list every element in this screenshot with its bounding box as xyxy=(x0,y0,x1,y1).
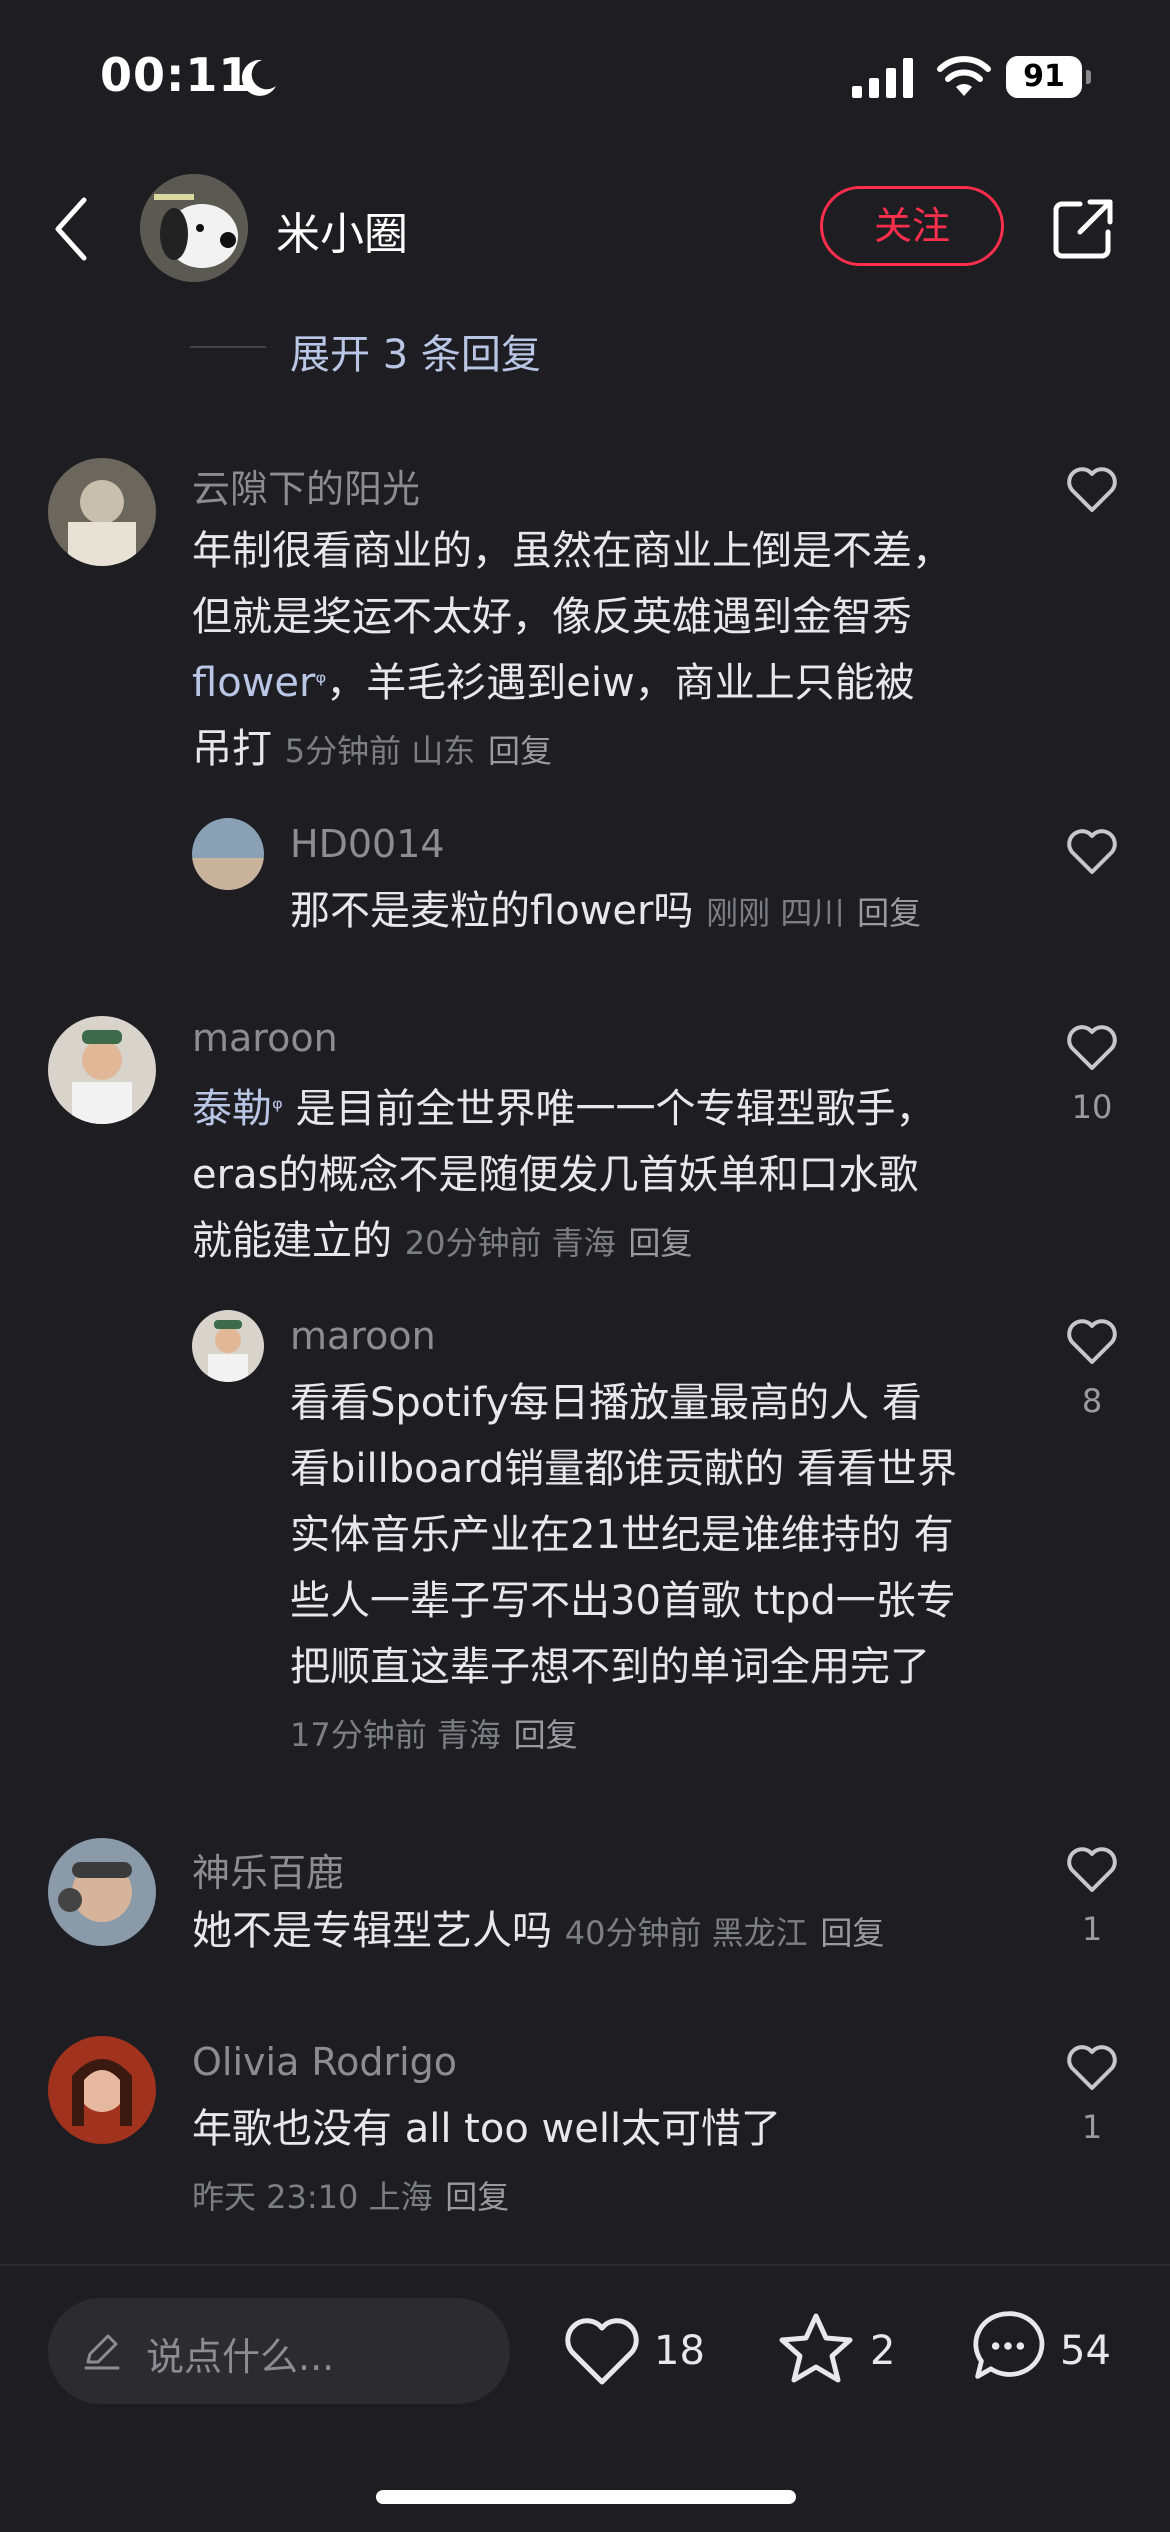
like-count: 1 xyxy=(1081,2108,1103,2146)
reply-button[interactable]: 回复 xyxy=(820,1914,884,1952)
search-icon: ᵠ xyxy=(272,1094,283,1124)
like-icon[interactable] xyxy=(562,2312,642,2388)
comment-username[interactable]: maroon xyxy=(290,1314,436,1358)
search-link[interactable]: 泰勒 xyxy=(192,1086,272,1132)
comment-line-text: 那不是麦粒的flower吗 xyxy=(290,888,694,934)
comment-icon[interactable] xyxy=(968,2308,1048,2384)
comment-line: 实体音乐产业在21世纪是谁维持的 有 xyxy=(290,1512,954,1558)
comment-username[interactable]: 神乐百鹿 xyxy=(192,1842,344,1897)
comment-line: 些人一辈子写不出30首歌 ttpd一张专 xyxy=(290,1578,956,1624)
heart-icon[interactable] xyxy=(1064,1316,1120,1366)
heart-icon[interactable] xyxy=(1064,464,1120,514)
reply-button[interactable]: 回复 xyxy=(514,1716,578,1754)
expand-replies-button[interactable]: 展开 3 条回复 xyxy=(290,322,541,380)
author-name[interactable]: 米小圈 xyxy=(276,198,408,262)
comment-username[interactable]: HD0014 xyxy=(290,822,445,866)
comment-username[interactable]: maroon xyxy=(192,1016,338,1060)
like-count: 8 xyxy=(1081,1382,1103,1420)
comment-line: 但就是奖运不太好，像反英雄遇到金智秀 xyxy=(192,594,912,640)
comment-meta: 5分钟前 山东 xyxy=(284,732,476,770)
share-icon[interactable] xyxy=(1050,196,1116,262)
reply-button[interactable]: 回复 xyxy=(857,894,921,932)
avatar[interactable] xyxy=(192,1310,264,1382)
avatar[interactable] xyxy=(48,1016,156,1124)
avatar-image xyxy=(192,818,264,890)
comment-input-placeholder: 说点什么... xyxy=(146,2335,335,2379)
comment-text: 泰勒ᵠ 是目前全世界唯一一个专辑型歌手， eras的概念不是随便发几首妖单和口水… xyxy=(192,1076,1012,1276)
battery-tip xyxy=(1086,70,1091,84)
comment-line: 看billboard销量都谁贡献的 看看世界 xyxy=(290,1446,957,1492)
comment-meta: 17分钟前 青海 xyxy=(290,1716,501,1754)
like-count: 18 xyxy=(654,2328,705,2374)
comment-count: 54 xyxy=(1060,2328,1111,2374)
author-avatar[interactable] xyxy=(140,174,248,282)
comment-line-text: 她不是专辑型艺人吗 xyxy=(192,1908,552,1954)
status-time: 00:11 xyxy=(100,48,252,102)
moon-icon xyxy=(241,59,276,96)
bottom-divider xyxy=(0,2264,1170,2266)
comment-input[interactable]: 说点什么... xyxy=(48,2298,510,2404)
star-count: 2 xyxy=(870,2328,896,2374)
avatar[interactable] xyxy=(48,2036,156,2144)
comment-meta: 20分钟前 青海 xyxy=(404,1224,616,1262)
comment-line-text: ，羊毛衫遇到eiw，商业上只能被 xyxy=(326,660,915,706)
wifi-icon xyxy=(937,56,991,96)
like-count: 10 xyxy=(1071,1088,1113,1126)
comment-line: 就能建立的 20分钟前 青海 回复 xyxy=(192,1208,1012,1276)
comment-line: 昨天 23:10 上海 回复 xyxy=(192,2162,1032,2230)
search-icon: ᵠ xyxy=(315,668,327,698)
follow-button[interactable]: 关注 xyxy=(820,186,1004,266)
avatar[interactable] xyxy=(192,818,264,890)
comment-line: eras的概念不是随便发几首妖单和口水歌 xyxy=(192,1152,919,1198)
heart-icon[interactable] xyxy=(1064,1022,1120,1072)
snoopy-avatar-image xyxy=(140,174,248,282)
comment-username[interactable]: Olivia Rodrigo xyxy=(192,2040,457,2084)
comment-line-text: 是目前全世界唯一一个专辑型歌手， xyxy=(282,1086,936,1132)
comment-text: 年制很看商业的，虽然在商业上倒是不差， 但就是奖运不太好，像反英雄遇到金智秀 f… xyxy=(192,518,992,784)
comment-line: 把顺直这辈子想不到的单词全用完了 xyxy=(290,1644,930,1690)
comment-line: 17分钟前 青海 回复 xyxy=(290,1700,1030,1768)
comment-text: 那不是麦粒的flower吗 刚刚 四川 回复 xyxy=(290,878,1010,946)
battery-level: 91 xyxy=(1006,56,1082,98)
like-count: 1 xyxy=(1081,1910,1103,1948)
pencil-icon xyxy=(84,2334,120,2370)
comment-line: 年制很看商业的，虽然在商业上倒是不差， xyxy=(192,528,952,574)
comment-text: 年歌也没有 all too well太可惜了 昨天 23:10 上海 回复 xyxy=(192,2096,1032,2230)
home-indicator[interactable] xyxy=(376,2490,796,2504)
comment-line: 泰勒ᵠ 是目前全世界唯一一个专辑型歌手， xyxy=(192,1076,1012,1142)
battery-indicator: 91 xyxy=(1006,56,1091,100)
heart-icon[interactable] xyxy=(1064,826,1120,876)
comment-line: 年歌也没有 all too well太可惜了 xyxy=(192,2106,782,2152)
comment-line: 吊打 5分钟前 山东 回复 xyxy=(192,716,992,784)
avatar-image xyxy=(48,2036,156,2144)
heart-icon[interactable] xyxy=(1064,2042,1120,2092)
heart-icon[interactable] xyxy=(1064,1844,1120,1894)
comment-meta: 刚刚 四川 xyxy=(706,894,845,932)
reply-button[interactable]: 回复 xyxy=(445,2178,509,2216)
cellular-signal-icon xyxy=(852,58,913,98)
back-icon[interactable] xyxy=(50,194,90,264)
search-link[interactable]: flower xyxy=(192,660,315,706)
comment-meta: 昨天 23:10 上海 xyxy=(192,2178,433,2216)
avatar-image xyxy=(48,458,156,566)
comment-text: 她不是专辑型艺人吗 40分钟前 黑龙江 回复 xyxy=(192,1898,1032,1966)
reply-button[interactable]: 回复 xyxy=(628,1224,692,1262)
comment-text: 看看Spotify每日播放量最高的人 看 看billboard销量都谁贡献的 看… xyxy=(290,1370,1030,1768)
avatar-image xyxy=(48,1016,156,1124)
comment-username[interactable]: 云隙下的阳光 xyxy=(192,458,420,513)
avatar[interactable] xyxy=(48,458,156,566)
avatar-image xyxy=(192,1310,264,1382)
avatar-image xyxy=(48,1838,156,1946)
comment-line-text: 吊打 xyxy=(192,726,272,772)
comment-line: 看看Spotify每日播放量最高的人 看 xyxy=(290,1380,922,1426)
avatar[interactable] xyxy=(48,1838,156,1946)
star-icon[interactable] xyxy=(776,2310,856,2386)
reply-button[interactable]: 回复 xyxy=(488,732,552,770)
expand-divider xyxy=(190,346,266,348)
comment-line: flowerᵠ，羊毛衫遇到eiw，商业上只能被 xyxy=(192,650,992,716)
comment-line-text: 就能建立的 xyxy=(192,1218,392,1264)
comment-meta: 40分钟前 黑龙江 xyxy=(564,1914,808,1952)
